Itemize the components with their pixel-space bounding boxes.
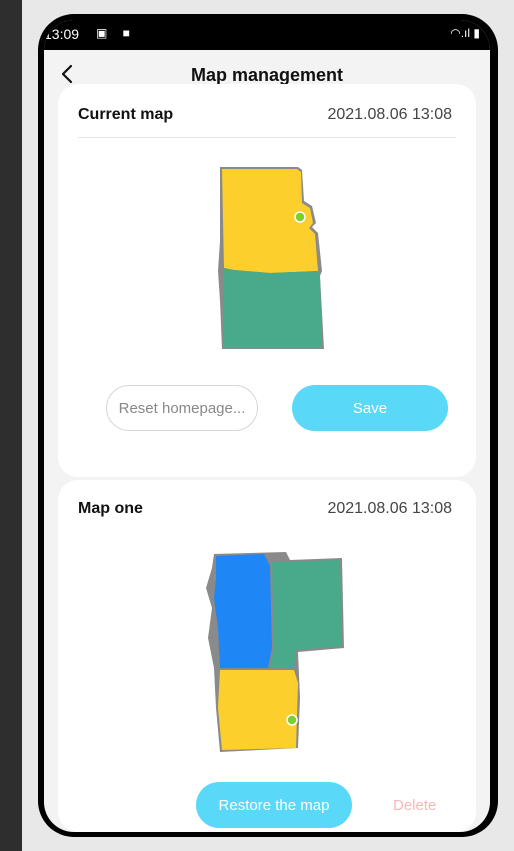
map-one-image[interactable] — [194, 548, 354, 768]
signal-wifi-icon: ◠.ıl ▮ — [450, 26, 480, 40]
map-one-card: Map one 2021.08.06 13:08 Restore the map… — [58, 480, 476, 832]
current-map-date: 2021.08.06 13:08 — [327, 106, 452, 123]
save-button[interactable]: Save — [292, 385, 448, 431]
current-map-image[interactable] — [208, 161, 328, 361]
status-time: 13:09 — [44, 26, 80, 42]
map-one-name: Map one — [78, 500, 143, 517]
current-map-card: Current map 2021.08.06 13:08 Reset homep… — [58, 84, 476, 477]
page-title: Map management — [190, 65, 344, 85]
restore-map-button[interactable]: Restore the map — [196, 782, 352, 828]
reset-homepage-button[interactable]: Reset homepage... — [106, 385, 258, 431]
left-frame-edge — [0, 0, 22, 851]
notification-icons: ▣ ■ — [96, 26, 136, 40]
app-screen: 13:09 ▣ ■ ◠.ıl ▮ Map management Current … — [44, 20, 490, 832]
current-map-name: Current map — [78, 106, 174, 123]
delete-button[interactable]: Delete — [393, 797, 436, 814]
card-divider — [78, 137, 456, 138]
status-bar: 13:09 ▣ ■ ◠.ıl ▮ — [44, 20, 490, 50]
map-one-date: 2021.08.06 13:08 — [327, 500, 452, 517]
